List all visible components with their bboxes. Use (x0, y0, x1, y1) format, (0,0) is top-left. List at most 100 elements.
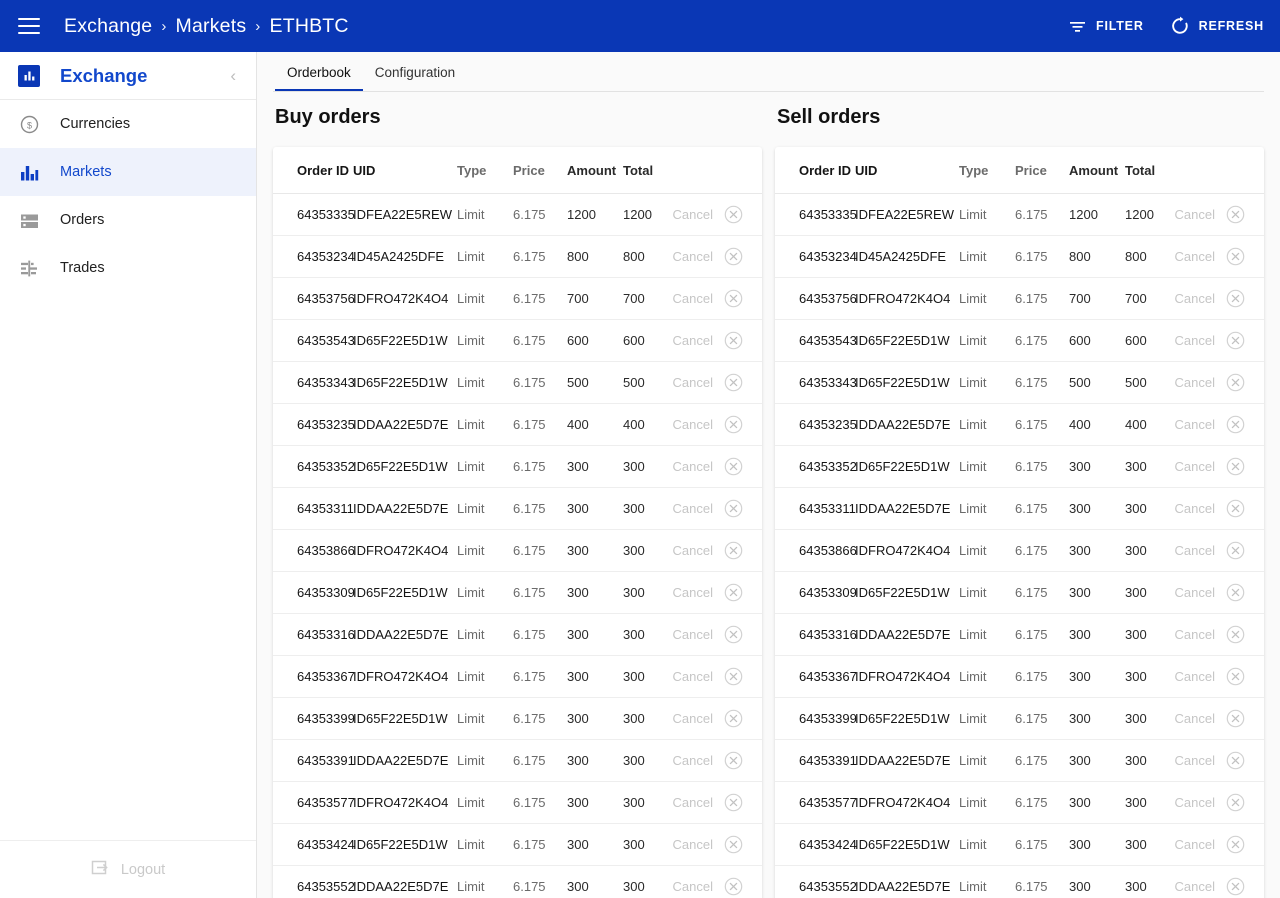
tab-configuration[interactable]: Configuration (363, 65, 467, 91)
cancel-button[interactable]: Cancel (1175, 291, 1215, 306)
circle-x-icon[interactable] (1226, 415, 1245, 434)
circle-x-icon[interactable] (1226, 541, 1245, 560)
circle-x-icon[interactable] (724, 205, 743, 224)
cancel-button[interactable]: Cancel (673, 585, 713, 600)
circle-x-icon[interactable] (724, 751, 743, 770)
cancel-button[interactable]: Cancel (673, 711, 713, 726)
cell-actions: Cancel (1175, 781, 1264, 824)
sidebar-item-trades[interactable]: Trades (0, 244, 256, 292)
sidebar-item-markets[interactable]: Markets (0, 148, 256, 196)
cancel-button[interactable]: Cancel (673, 417, 713, 432)
circle-x-icon[interactable] (1226, 709, 1245, 728)
cancel-button[interactable]: Cancel (673, 459, 713, 474)
filter-button[interactable]: FILTER (1068, 17, 1144, 36)
cancel-button[interactable]: Cancel (673, 669, 713, 684)
cancel-button[interactable]: Cancel (673, 207, 713, 222)
circle-x-icon[interactable] (1226, 373, 1245, 392)
circle-x-icon[interactable] (724, 415, 743, 434)
cancel-button[interactable]: Cancel (673, 249, 713, 264)
circle-x-icon[interactable] (1226, 499, 1245, 518)
cancel-button[interactable]: Cancel (1175, 837, 1215, 852)
cancel-button[interactable]: Cancel (673, 837, 713, 852)
refresh-button[interactable]: REFRESH (1170, 16, 1264, 36)
cancel-button[interactable]: Cancel (1175, 375, 1215, 390)
sidebar-item-orders[interactable]: Orders (0, 196, 256, 244)
cell-total: 600 (1125, 319, 1179, 362)
circle-x-icon[interactable] (724, 331, 743, 350)
sidebar-item-currencies[interactable]: $ Currencies (0, 100, 256, 148)
table-row: 64353552 IDDAA22E5D7E Limit 6.175 300 300 Canc… (775, 865, 1264, 898)
cancel-button[interactable]: Cancel (1175, 879, 1215, 894)
cell-total: 300 (1125, 781, 1179, 824)
cancel-button[interactable]: Cancel (673, 333, 713, 348)
cancel-button[interactable]: Cancel (673, 879, 713, 894)
hamburger-menu-icon[interactable] (18, 18, 40, 34)
circle-x-icon[interactable] (724, 709, 743, 728)
breadcrumb-item-markets[interactable]: Markets (176, 15, 247, 38)
table-row: 64353335 IDFEA22E5REW Limit 6.175 1200 1200 Ca… (273, 193, 762, 236)
cancel-button[interactable]: Cancel (1175, 627, 1215, 642)
cancel-button[interactable]: Cancel (673, 627, 713, 642)
circle-x-icon[interactable] (724, 499, 743, 518)
circle-x-icon[interactable] (1226, 625, 1245, 644)
circle-x-icon[interactable] (724, 541, 743, 560)
cancel-button[interactable]: Cancel (673, 501, 713, 516)
cancel-button[interactable]: Cancel (1175, 417, 1215, 432)
circle-x-icon[interactable] (1226, 331, 1245, 350)
cancel-button[interactable]: Cancel (1175, 585, 1215, 600)
circle-x-icon[interactable] (1226, 247, 1245, 266)
logout-button[interactable]: Logout (0, 840, 256, 898)
cell-actions: Cancel (1175, 613, 1264, 656)
cancel-button[interactable]: Cancel (1175, 543, 1215, 558)
circle-x-icon[interactable] (724, 373, 743, 392)
circle-x-icon[interactable] (724, 289, 743, 308)
sell-orders-table: Order ID UID Type Price Amount Total 643… (775, 147, 1264, 898)
cancel-button[interactable]: Cancel (673, 753, 713, 768)
circle-x-icon[interactable] (1226, 205, 1245, 224)
circle-x-icon[interactable] (724, 793, 743, 812)
circle-x-icon[interactable] (1226, 751, 1245, 770)
cell-order-id: 64353309 (273, 571, 355, 614)
circle-x-icon[interactable] (724, 667, 743, 686)
column-header-actions (1179, 147, 1264, 194)
circle-x-icon[interactable] (724, 457, 743, 476)
tab-orderbook[interactable]: Orderbook (275, 65, 363, 91)
cancel-button[interactable]: Cancel (673, 795, 713, 810)
circle-x-icon[interactable] (724, 625, 743, 644)
cancel-button[interactable]: Cancel (673, 375, 713, 390)
cell-actions: Cancel (673, 235, 762, 278)
circle-x-icon[interactable] (1226, 877, 1245, 896)
app-logo-icon (18, 64, 40, 87)
cancel-button[interactable]: Cancel (673, 543, 713, 558)
circle-x-icon[interactable] (1226, 583, 1245, 602)
cancel-button[interactable]: Cancel (1175, 669, 1215, 684)
cancel-button[interactable]: Cancel (1175, 333, 1215, 348)
cancel-button[interactable]: Cancel (1175, 795, 1215, 810)
circle-x-icon[interactable] (1226, 289, 1245, 308)
circle-x-icon[interactable] (1226, 835, 1245, 854)
cancel-button[interactable]: Cancel (1175, 249, 1215, 264)
cancel-button[interactable]: Cancel (1175, 711, 1215, 726)
circle-x-icon[interactable] (724, 247, 743, 266)
circle-x-icon[interactable] (724, 835, 743, 854)
table-row: 64353235 IDDAA22E5D7E Limit 6.175 400 400 Canc… (273, 403, 762, 446)
cancel-button[interactable]: Cancel (1175, 501, 1215, 516)
filter-label: FILTER (1096, 19, 1144, 33)
cancel-button[interactable]: Cancel (673, 291, 713, 306)
circle-x-icon[interactable] (1226, 793, 1245, 812)
circle-x-icon[interactable] (724, 583, 743, 602)
circle-x-icon[interactable] (1226, 667, 1245, 686)
table-row: 64353352 ID65F22E5D1W Limit 6.175 300 300 Canc… (273, 445, 762, 488)
cell-amount: 300 (567, 823, 623, 866)
logout-arrow-icon (91, 858, 110, 881)
table-row: 64353343 ID65F22E5D1W Limit 6.175 500 500 Canc… (775, 361, 1264, 404)
cancel-button[interactable]: Cancel (1175, 459, 1215, 474)
circle-x-icon[interactable] (1226, 457, 1245, 476)
chevron-left-icon[interactable]: ‹ (224, 63, 242, 88)
cell-order-id: 64353577 (273, 781, 355, 824)
cancel-button[interactable]: Cancel (1175, 207, 1215, 222)
circle-x-icon[interactable] (724, 877, 743, 896)
breadcrumb-item-exchange[interactable]: Exchange (64, 15, 152, 38)
cancel-button[interactable]: Cancel (1175, 753, 1215, 768)
breadcrumb-item-ethbtc[interactable]: ETHBTC (270, 15, 349, 38)
